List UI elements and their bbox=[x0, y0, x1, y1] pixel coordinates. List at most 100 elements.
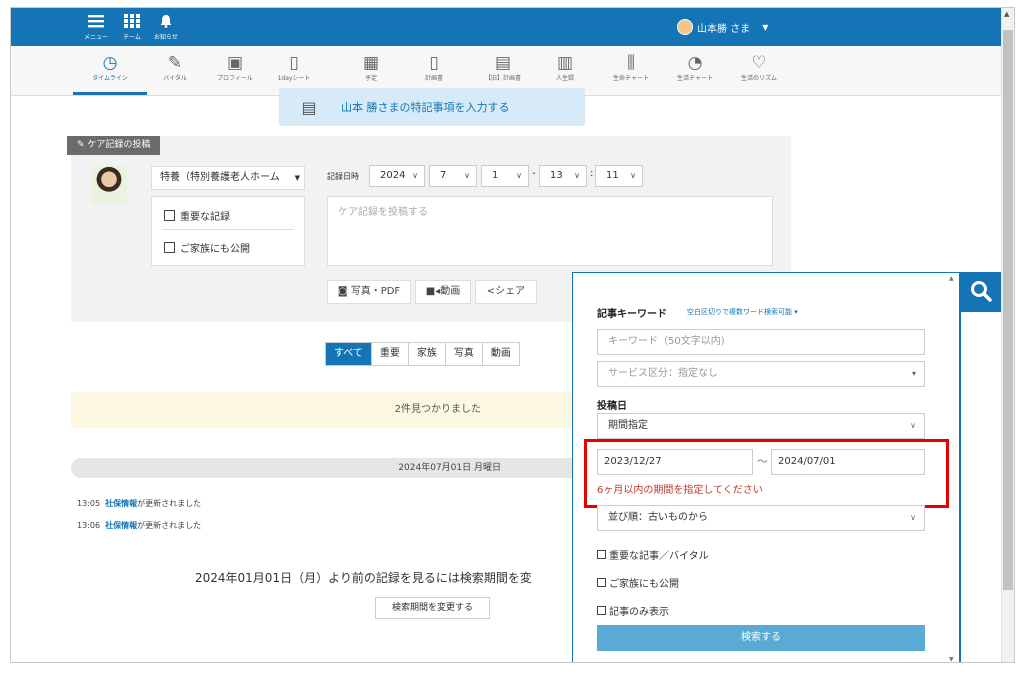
facility-select[interactable]: 特養（特別養護老人ホーム ▼ bbox=[151, 166, 305, 190]
clipboard-icon: ▯ bbox=[429, 53, 439, 73]
log-time: 13:06 bbox=[77, 521, 101, 530]
period-select[interactable]: 期間指定 ∨ bbox=[597, 413, 925, 439]
chevron-down-icon: ∨ bbox=[516, 171, 522, 180]
share-label: シェア bbox=[495, 286, 526, 297]
tab-timeline[interactable]: ◷ タイムライン bbox=[80, 52, 140, 84]
log-link[interactable]: 社保情報 bbox=[105, 521, 137, 530]
tab-label: 生命チャート bbox=[613, 75, 649, 82]
check-label: ご家族にも公開 bbox=[609, 579, 679, 590]
tab-1day-sheet[interactable]: ▯ 1dayシート bbox=[264, 52, 324, 84]
log-link[interactable]: 社保情報 bbox=[105, 499, 137, 508]
tab-label: 生活のリズム bbox=[740, 75, 777, 82]
special-notes-link[interactable]: ▤ 山本 勝さまの特記事項を入力する bbox=[279, 88, 585, 126]
panel-scrollbar[interactable]: ▲ ▼ bbox=[948, 275, 958, 662]
notice-label: お知らせ bbox=[154, 34, 178, 41]
care-tab-label: ケア記録の投稿 bbox=[87, 140, 151, 150]
user-name: 山本勝 さま bbox=[697, 23, 751, 35]
chevron-down-icon: ∨ bbox=[630, 171, 636, 180]
scroll-up-icon[interactable]: ▲ bbox=[949, 275, 954, 282]
minute-select[interactable]: 11 ∨ bbox=[595, 165, 643, 187]
care-record-textarea[interactable]: ケア記録を投稿する bbox=[327, 196, 773, 266]
family-filter-checkbox[interactable]: ご家族にも公開 bbox=[597, 575, 679, 590]
checkbox-box[interactable] bbox=[597, 550, 606, 559]
tab-label: 【旧】計画書 bbox=[484, 75, 521, 82]
minute-value: 11 bbox=[606, 170, 619, 181]
time-colon: : bbox=[590, 168, 594, 179]
avatar bbox=[677, 19, 693, 35]
year-select[interactable]: 2024 ∨ bbox=[369, 165, 425, 187]
menu-button[interactable]: メニュー bbox=[81, 13, 111, 43]
keyword-hint[interactable]: 空白区切りで複数ワード検索可能 ▾ bbox=[687, 307, 798, 317]
day-header: 2024年07月01日 月曜日 bbox=[71, 458, 591, 478]
tab-schedule[interactable]: ▦ 予定 bbox=[341, 52, 401, 84]
filter-important[interactable]: 重要 bbox=[372, 343, 409, 365]
checkbox-box[interactable] bbox=[164, 210, 175, 221]
chevron-down-icon: ▼ bbox=[762, 22, 769, 32]
hamburger-icon bbox=[88, 15, 104, 28]
search-submit-button[interactable]: 検索する bbox=[597, 625, 925, 651]
book-icon: ▥ bbox=[556, 53, 574, 73]
tab-vital[interactable]: ✎ バイタル bbox=[145, 52, 205, 84]
tab-label: プロフィール bbox=[217, 75, 253, 82]
clipboard-alert-icon: ▤ bbox=[301, 97, 317, 117]
checkbox-box[interactable] bbox=[597, 578, 606, 587]
tab-profile[interactable]: ▣ プロフィール bbox=[205, 52, 265, 84]
important-checkbox[interactable]: 重要な記録 bbox=[164, 208, 230, 223]
tab-label: 生活チャート bbox=[677, 75, 713, 82]
chevron-down-icon: ∨ bbox=[910, 513, 916, 522]
checkbox-box[interactable] bbox=[164, 242, 175, 253]
tab-life-chart[interactable]: ⫼ 生命チャート bbox=[601, 52, 661, 84]
month-select[interactable]: 7 ∨ bbox=[429, 165, 477, 187]
app-header: メニュー チーム お知らせ 山本勝 さま ▼ bbox=[11, 8, 1001, 46]
sort-select[interactable]: 並び順：古いものから ∨ bbox=[597, 505, 925, 531]
profile-card-icon: ▣ bbox=[226, 53, 244, 73]
browser-frame: メニュー チーム お知らせ 山本勝 さま ▼ ▲ ◷ タイムライン ✎ バイタル… bbox=[10, 7, 1015, 663]
scroll-up-icon[interactable]: ▲ bbox=[1004, 10, 1009, 18]
tab-living-chart[interactable]: ◔ 生活チャート bbox=[665, 52, 725, 84]
scroll-down-icon[interactable]: ▼ bbox=[949, 656, 954, 662]
period-value: 期間指定 bbox=[608, 420, 648, 431]
error-highlight-box bbox=[584, 439, 949, 508]
team-button[interactable]: チーム bbox=[117, 13, 147, 43]
photo-pdf-button[interactable]: ◙ 写真・PDF bbox=[327, 280, 411, 304]
service-select[interactable]: サービス区分：指定なし ▾ bbox=[597, 361, 925, 387]
change-period-button[interactable]: 検索期間を変更する bbox=[375, 597, 490, 619]
log-text: が更新されました bbox=[137, 499, 202, 508]
bar-chart-icon: ⫼ bbox=[627, 53, 635, 73]
tab-label: 計画書 bbox=[424, 75, 443, 82]
hour-select[interactable]: 13 ∨ bbox=[539, 165, 587, 187]
day-select[interactable]: 1 ∨ bbox=[481, 165, 529, 187]
filter-video[interactable]: 動画 bbox=[483, 343, 519, 365]
tab-life-rhythm[interactable]: ♡ 生活のリズム bbox=[729, 52, 789, 84]
scroll-thumb[interactable] bbox=[1003, 30, 1013, 590]
filter-photo[interactable]: 写真 bbox=[446, 343, 483, 365]
post-placeholder: ケア記録を投稿する bbox=[338, 207, 428, 218]
tab-life-record[interactable]: ▥ 人生録 bbox=[535, 52, 595, 84]
user-menu[interactable]: 山本勝 さま ▼ bbox=[677, 17, 768, 37]
tab-old-plan[interactable]: ▤ 【旧】計画書 bbox=[473, 52, 533, 84]
articles-only-checkbox[interactable]: 記事のみ表示 bbox=[597, 603, 669, 618]
notice-button[interactable]: お知らせ bbox=[151, 13, 181, 43]
keyword-input[interactable]: キーワード（50文字以内) bbox=[597, 329, 925, 355]
clipboard-icon: ▯ bbox=[289, 53, 299, 73]
share-icon: < bbox=[486, 286, 496, 297]
thermometer-icon: ✎ bbox=[167, 53, 183, 73]
search-toggle-button[interactable] bbox=[961, 272, 1001, 312]
tab-plan[interactable]: ▯ 計画書 bbox=[404, 52, 464, 84]
checkbox-box[interactable] bbox=[597, 606, 606, 615]
family-checkbox[interactable]: ご家族にも公開 bbox=[164, 240, 250, 255]
filter-family[interactable]: 家族 bbox=[409, 343, 446, 365]
log-time: 13:05 bbox=[77, 499, 101, 508]
chevron-down-icon: ∨ bbox=[910, 421, 916, 430]
bell-icon bbox=[160, 15, 172, 28]
important-filter-checkbox[interactable]: 重要な記事／バイタル bbox=[597, 547, 709, 562]
older-records-message: 2024年01月01日（月）より前の記録を見るには検索期間を変 bbox=[195, 571, 532, 585]
camera-icon: ◙ bbox=[337, 286, 348, 297]
service-value: サービス区分：指定なし bbox=[608, 368, 718, 379]
active-tab-indicator bbox=[73, 92, 147, 95]
filter-all[interactable]: すべて bbox=[326, 343, 372, 365]
special-notes-text: 山本 勝さまの特記事項を入力する bbox=[341, 101, 510, 114]
video-button[interactable]: ■◂動画 bbox=[415, 280, 471, 304]
share-button[interactable]: <シェア bbox=[475, 280, 537, 304]
page-scrollbar[interactable]: ▲ bbox=[1001, 8, 1014, 662]
